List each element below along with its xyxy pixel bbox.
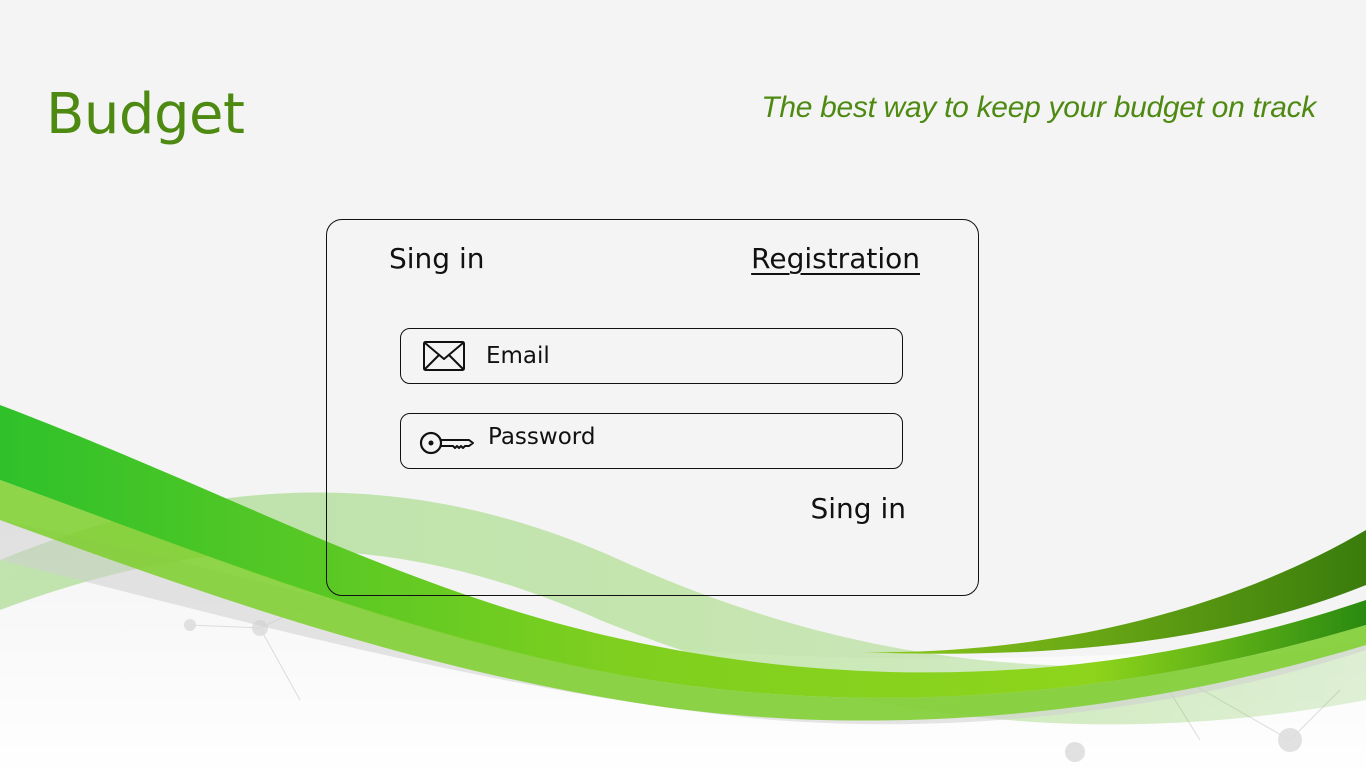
auth-panel: Sing in Registration Sing in xyxy=(326,219,979,596)
tab-signin[interactable]: Sing in xyxy=(389,242,485,276)
tab-registration[interactable]: Registration xyxy=(751,242,920,276)
email-field[interactable] xyxy=(400,328,903,384)
signin-button[interactable]: Sing in xyxy=(811,492,907,526)
key-icon xyxy=(419,431,474,455)
email-input[interactable] xyxy=(486,329,866,383)
envelope-icon xyxy=(423,341,465,371)
brand-title: Budget xyxy=(46,82,245,147)
password-input[interactable] xyxy=(488,410,868,464)
password-field[interactable] xyxy=(400,410,903,469)
tagline: The best way to keep your budget on trac… xyxy=(761,91,1316,124)
